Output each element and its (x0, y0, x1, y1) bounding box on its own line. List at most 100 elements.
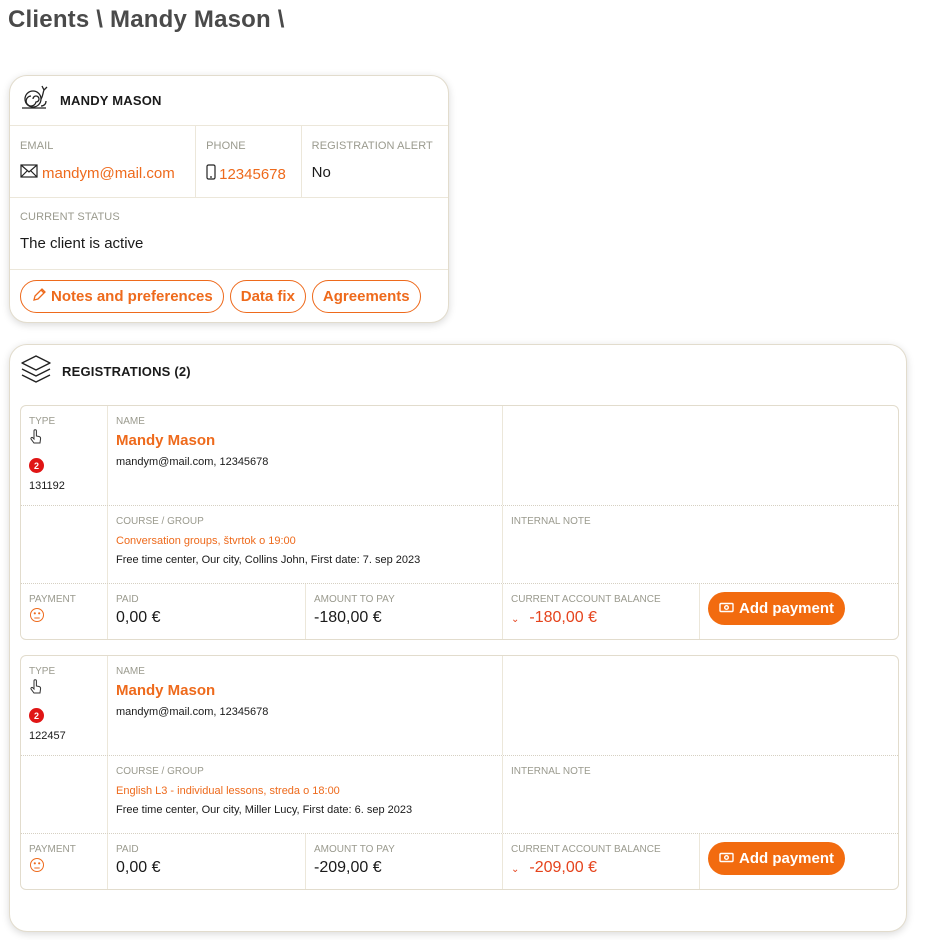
paid-cell: PAID 0,00 € (108, 834, 306, 889)
registration-alert-value: No (311, 164, 331, 181)
payment-label: PAYMENT (29, 844, 76, 855)
name-label: NAME (116, 666, 145, 677)
amount-to-pay-cell: AMOUNT TO PAY -209,00 € (306, 834, 503, 889)
chevron-down-icon[interactable]: ⌄ (511, 864, 519, 875)
registrant-contact: mandym@mail.com, 12345678 (116, 706, 269, 718)
registrant-name-link[interactable]: Mandy Mason (116, 432, 494, 449)
add-payment-label: Add payment (739, 850, 835, 867)
status-value: The client is active (20, 235, 144, 252)
balance-value: ⌄ -209,00 € (511, 859, 691, 877)
balance-cell: CURRENT ACCOUNT BALANCE ⌄ -209,00 € (503, 834, 700, 889)
type-label: TYPE (29, 666, 56, 677)
course-link[interactable]: Conversation groups, štvrtok o 19:00 (116, 535, 494, 547)
balance-label: CURRENT ACCOUNT BALANCE (511, 844, 661, 855)
notes-button[interactable]: Notes and preferences (20, 280, 224, 313)
paid-label: PAID (116, 594, 139, 605)
status-label: CURRENT STATUS (20, 211, 120, 223)
payment-cell: PAYMENT (21, 834, 108, 889)
registrations-title: REGISTRATIONS (2) (62, 364, 191, 379)
paid-value: 0,00 € (116, 859, 161, 876)
type-label: TYPE (29, 416, 56, 427)
amount-to-pay-label: AMOUNT TO PAY (314, 844, 395, 855)
snail-icon (20, 84, 52, 117)
chevron-down-icon[interactable]: ⌄ (511, 614, 519, 625)
course-details: Free time center, Our city, Collins John… (116, 554, 421, 566)
name-cell: NAME Mandy Mason mandym@mail.com, 123456… (108, 406, 503, 505)
add-payment-label: Add payment (739, 600, 835, 617)
paid-cell: PAID 0,00 € (108, 584, 306, 639)
registration-identity-row: TYPE 2 131192 NAME Mandy Mason mandym@ma… (21, 406, 898, 506)
registrations-card: REGISTRATIONS (2) TYPE 2 131192 NAME Man… (9, 344, 907, 932)
payment-cell: PAYMENT (21, 584, 108, 639)
pencil-icon (31, 287, 51, 307)
agreements-button[interactable]: Agreements (311, 280, 421, 313)
data-fix-button[interactable]: Data fix (229, 280, 306, 313)
registrant-contact: mandym@mail.com, 12345678 (116, 456, 269, 468)
paid-label: PAID (116, 844, 139, 855)
email-link[interactable]: mandym@mail.com (42, 165, 175, 182)
breadcrumb: Clients \ Mandy Mason \ (8, 6, 285, 33)
amount-to-pay-cell: AMOUNT TO PAY -180,00 € (306, 584, 503, 639)
registration-item: TYPE 2 122457 NAME Mandy Mason mandym@ma… (20, 655, 899, 890)
email-value: mandym@mail.com (20, 164, 185, 182)
phone-link[interactable]: 12345678 (219, 166, 286, 183)
banknote-icon (719, 850, 739, 867)
course-label: COURSE / GROUP (116, 516, 204, 527)
paid-value: 0,00 € (116, 609, 161, 626)
registration-alert-label: REGISTRATION ALERT (311, 140, 433, 152)
client-card: MANDY MASON EMAIL mandym@mail.com PHONE (9, 75, 449, 323)
registration-payment-row: PAYMENT PAID 0,00 € AMOUNT TO PAY -180,0… (21, 584, 898, 639)
banknote-icon (719, 600, 739, 617)
internal-note-label: INTERNAL NOTE (511, 766, 591, 777)
envelope-icon (20, 164, 42, 182)
balance-amount: -209,00 € (529, 859, 597, 876)
amount-to-pay-value: -209,00 € (314, 859, 382, 876)
empty-cell (21, 756, 108, 833)
phone-icon (206, 164, 219, 184)
amount-to-pay-value: -180,00 € (314, 609, 382, 626)
registration-id: 131192 (29, 480, 65, 492)
email-cell: EMAIL mandym@mail.com (10, 126, 197, 197)
registration-identity-row: TYPE 2 122457 NAME Mandy Mason mandym@ma… (21, 656, 898, 756)
phone-label: PHONE (206, 140, 246, 152)
registration-item: TYPE 2 131192 NAME Mandy Mason mandym@ma… (20, 405, 899, 640)
add-payment-button[interactable]: Add payment (708, 842, 846, 875)
client-actions: Notes and preferences Data fix Agreement… (10, 270, 448, 313)
contact-row: EMAIL mandym@mail.com PHONE 12345678 REG… (10, 126, 448, 198)
balance-label: CURRENT ACCOUNT BALANCE (511, 594, 661, 605)
status-row: CURRENT STATUS The client is active (10, 198, 448, 270)
course-cell: COURSE / GROUP Conversation groups, štvr… (108, 506, 503, 583)
sad-face-icon (29, 858, 45, 877)
registration-count-badge: 2 (29, 458, 44, 473)
add-payment-cell: Add payment (700, 834, 898, 889)
registration-payment-row: PAYMENT PAID 0,00 € AMOUNT TO PAY -209,0… (21, 834, 898, 889)
course-link[interactable]: English L3 - individual lessons, streda … (116, 785, 494, 797)
client-name: MANDY MASON (60, 93, 162, 108)
type-cell: TYPE 2 122457 (21, 656, 108, 755)
internal-note-cell: INTERNAL NOTE (503, 756, 893, 833)
phone-value: 12345678 (206, 164, 291, 184)
name-cell: NAME Mandy Mason mandym@mail.com, 123456… (108, 656, 503, 755)
registration-course-row: COURSE / GROUP Conversation groups, štvr… (21, 506, 898, 584)
notes-button-label: Notes and preferences (51, 288, 213, 305)
internal-note-cell: INTERNAL NOTE (503, 506, 893, 583)
course-details: Free time center, Our city, Miller Lucy,… (116, 804, 413, 816)
registrant-name-link[interactable]: Mandy Mason (116, 682, 494, 699)
empty-cell (21, 506, 108, 583)
phone-cell: PHONE 12345678 (196, 126, 302, 197)
balance-amount: -180,00 € (529, 609, 597, 626)
balance-cell: CURRENT ACCOUNT BALANCE ⌄ -180,00 € (503, 584, 700, 639)
course-label: COURSE / GROUP (116, 766, 204, 777)
balance-value: ⌄ -180,00 € (511, 609, 691, 627)
name-label: NAME (116, 416, 145, 427)
email-label: EMAIL (20, 140, 54, 152)
hand-pointer-icon (29, 679, 43, 699)
registrations-header: REGISTRATIONS (2) (20, 353, 191, 390)
sad-face-icon (29, 608, 45, 627)
add-payment-button[interactable]: Add payment (708, 592, 846, 625)
course-cell: COURSE / GROUP English L3 - individual l… (108, 756, 503, 833)
registration-alert-cell: REGISTRATION ALERT No (302, 126, 448, 197)
registration-id: 122457 (29, 730, 66, 742)
internal-note-label: INTERNAL NOTE (511, 516, 591, 527)
hand-pointer-icon (29, 429, 43, 449)
